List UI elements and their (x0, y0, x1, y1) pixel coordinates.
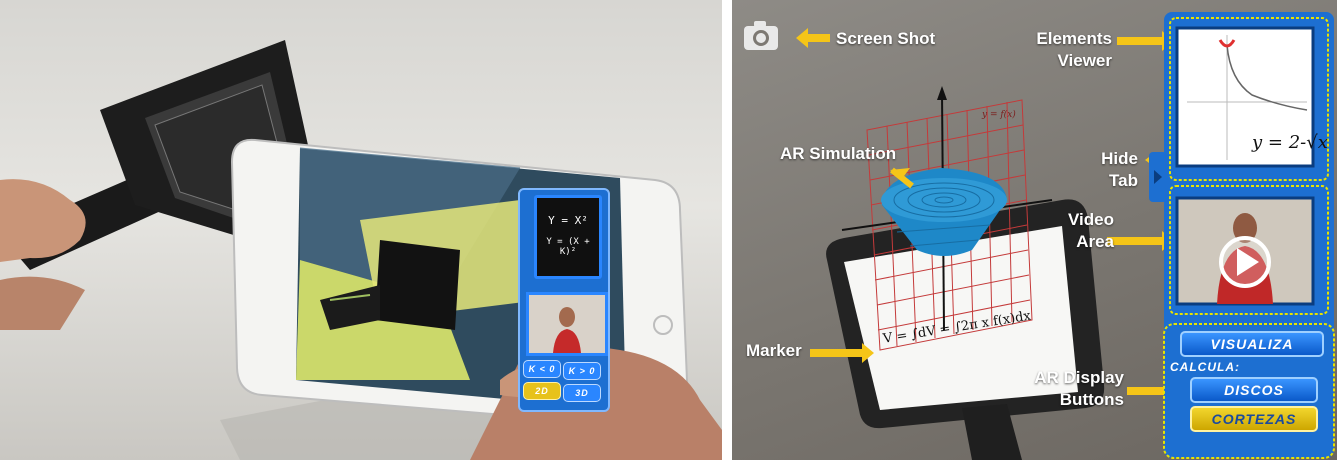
paddle-marker-photo (0, 40, 722, 460)
discos-button[interactable]: DISCOS (1190, 377, 1318, 403)
mode-2d-button[interactable]: 2D (523, 382, 561, 400)
formula-card: Y = X² Y = (X + K)² (534, 195, 602, 279)
elements-viewer-line-1: Elements (1036, 29, 1112, 48)
calcula-label: CALCULA: (1170, 360, 1240, 374)
video-area-line-2: Area (1076, 232, 1114, 251)
graph-label: y = f(x) (982, 110, 1016, 120)
video-area-line-1: Video (1068, 210, 1114, 229)
video-area[interactable] (1175, 196, 1315, 306)
hide-tab-line-2: Tab (1109, 171, 1138, 190)
k-positive-button[interactable]: K > 0 (563, 362, 601, 380)
camera-icon (744, 21, 778, 50)
k-negative-button[interactable]: K < 0 (523, 360, 561, 378)
annotated-ar-screenshot: Screen Shot Elements Viewer AR Simulatio… (732, 0, 1337, 460)
left-photo: Y = X² Y = (X + K)² K < 0 K > 0 2D 3D (0, 0, 722, 460)
video-area-label: Video Area (1032, 209, 1114, 253)
formula-line-2: Y = (X + K)² (546, 237, 590, 257)
ar-simulation-label: AR Simulation (780, 144, 897, 163)
cortezas-button[interactable]: CORTEZAS (1190, 406, 1318, 432)
viewer-formula: y = 2-√x (1252, 132, 1328, 153)
ar-display-buttons-line-2: Buttons (1059, 390, 1124, 409)
hide-tab-line-1: Hide (1101, 149, 1138, 168)
marker-label: Marker (746, 341, 802, 360)
elements-viewer-label: Elements Viewer (1000, 28, 1112, 72)
mode-3d-button[interactable]: 3D (563, 384, 601, 402)
formula-line-1: Y = X² (548, 214, 588, 227)
screen-shot-label: Screen Shot (836, 29, 936, 48)
ar-display-buttons-label: AR Display Buttons (990, 367, 1124, 411)
ar-display-buttons-line-1: AR Display (1034, 368, 1124, 387)
ipad-video-area[interactable] (526, 292, 608, 356)
hide-tab-label: Hide Tab (1052, 148, 1138, 192)
visualiza-button[interactable]: VISUALIZA (1180, 331, 1324, 357)
video-thumbnail (529, 295, 605, 353)
elements-viewer-line-2: Viewer (1057, 51, 1112, 70)
